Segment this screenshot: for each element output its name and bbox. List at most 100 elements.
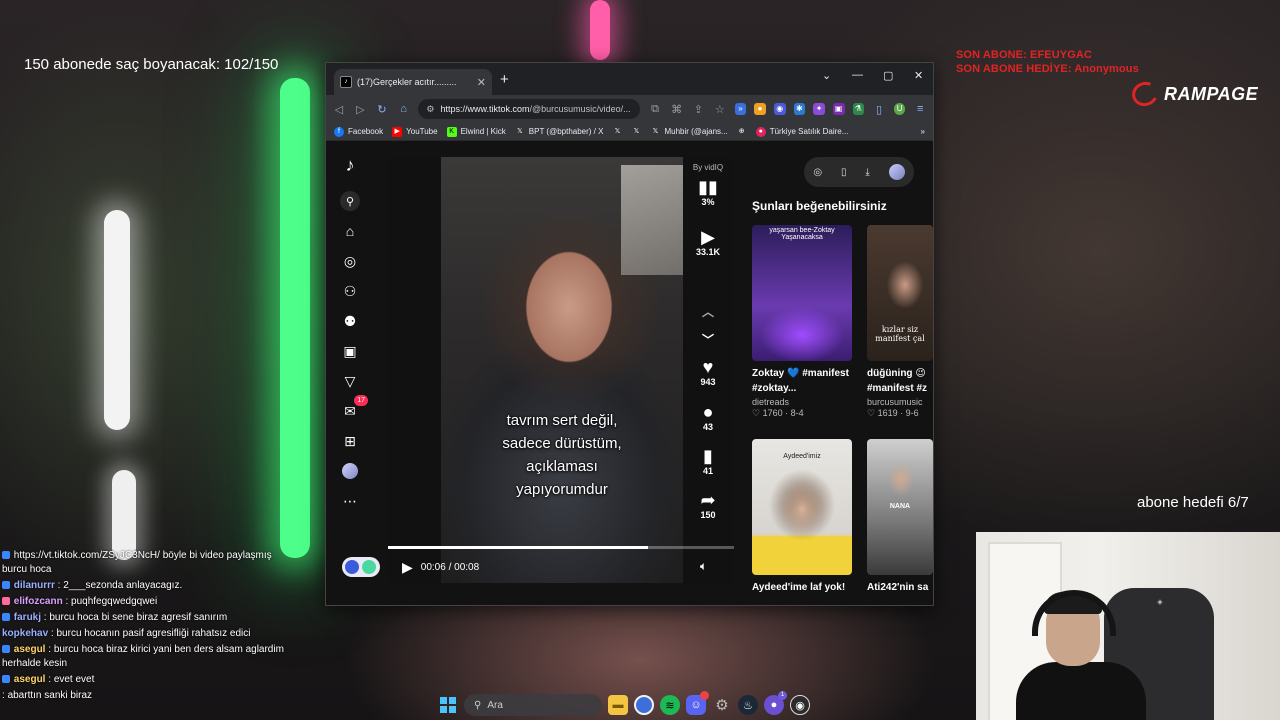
- menu-icon[interactable]: ≡: [913, 103, 927, 115]
- green-neon-light: [280, 78, 310, 558]
- progress-bar[interactable]: [388, 546, 734, 549]
- tab-search-icon[interactable]: ⌄: [822, 69, 831, 82]
- taskbar: ⚲ Ara ▬ ≋ ☺ ⚙ ♨ ● 1 ◉: [438, 690, 852, 720]
- vidiq-score[interactable]: ▮▮ 3%: [686, 177, 730, 207]
- video-thumbnail[interactable]: Aydeed'imiz: [752, 439, 852, 575]
- spotify-icon[interactable]: ≋: [660, 695, 680, 715]
- save-button[interactable]: ▮ 41: [686, 446, 730, 476]
- bookmark-facebook[interactable]: f Facebook: [334, 126, 383, 137]
- bookmark-youtube[interactable]: ▶ YouTube: [392, 126, 438, 137]
- bookmark-muhbir[interactable]: 𝕏 Muhbir (@ajans...: [650, 127, 728, 137]
- video-frame[interactable]: [441, 157, 683, 583]
- extension-toggle[interactable]: [342, 557, 380, 577]
- more-bookmarks-icon[interactable]: »: [921, 127, 925, 136]
- bookmark-daire[interactable]: ● Türkiye Satılık Daire...: [755, 126, 848, 137]
- settings-icon[interactable]: ⚙: [712, 695, 732, 715]
- caption-line: açıklaması: [526, 458, 598, 475]
- tab-title: (17)Gerçekler acıtır.........: [357, 77, 457, 87]
- new-tab-icon[interactable]: +: [500, 71, 509, 88]
- home-icon[interactable]: ⌂: [340, 221, 360, 241]
- obs-icon[interactable]: ◉: [790, 695, 810, 715]
- add-icon[interactable]: ⊞: [340, 431, 360, 451]
- like-button[interactable]: ♥ 943: [686, 357, 730, 387]
- browser-tab[interactable]: ♪ (17)Gerçekler acıtır......... ✕: [334, 69, 492, 95]
- download-icon[interactable]: ⤓: [865, 167, 869, 178]
- share-button[interactable]: ➦ 150: [686, 490, 730, 520]
- profile-avatar[interactable]: [340, 461, 360, 481]
- bookmark-x[interactable]: 𝕏: [612, 127, 622, 137]
- play-icon[interactable]: ▶: [402, 559, 413, 576]
- live-icon[interactable]: ▣: [340, 341, 360, 361]
- more-icon[interactable]: ⋯: [340, 491, 360, 511]
- suggested-video-card[interactable]: Aydeed'imiz Aydeed'ime laf yok!: [752, 439, 852, 595]
- facebook-icon: f: [334, 126, 344, 137]
- sidepanel-icon[interactable]: ▯: [872, 103, 886, 116]
- maximize-icon[interactable]: ▢: [883, 69, 893, 82]
- steam-icon[interactable]: ♨: [738, 695, 758, 715]
- site-info-icon[interactable]: ⚙: [426, 104, 434, 115]
- chrome-icon[interactable]: [634, 695, 654, 715]
- forward-icon[interactable]: ▷: [354, 103, 368, 116]
- extension-icon[interactable]: ◉: [773, 103, 786, 115]
- bookmark-star-icon[interactable]: ☆: [713, 103, 727, 116]
- save-count: 41: [702, 466, 713, 476]
- last-sub-text: SON ABONE: EFEUYGAC: [956, 49, 1092, 61]
- file-explorer-icon[interactable]: ▬: [608, 695, 628, 715]
- extension-icon[interactable]: ⚗: [852, 103, 865, 115]
- brand-text: RAMPAGE: [1164, 83, 1259, 104]
- suggested-video-card[interactable]: yaşarsan bee-Zoktay Yaşanacaksa Zoktay 💙…: [752, 225, 852, 419]
- translate-icon[interactable]: ⌘: [670, 103, 684, 116]
- home-icon[interactable]: ⌂: [397, 103, 411, 115]
- close-window-icon[interactable]: ✕: [914, 69, 923, 82]
- inbox-icon[interactable]: ✉ 17: [340, 395, 368, 421]
- extension-icon[interactable]: ✦: [813, 103, 825, 115]
- search-icon[interactable]: ⚲: [340, 191, 360, 211]
- hawk-logo-icon: ◈: [1157, 599, 1163, 606]
- bookmark-x[interactable]: 𝕏: [631, 127, 641, 137]
- bookmark-bpt[interactable]: 𝕏 BPT (@bpthaber) / X: [515, 127, 604, 137]
- prev-video-icon[interactable]: ︿: [686, 303, 730, 320]
- player-controls: ▶ 00:06 / 00:08: [402, 559, 479, 576]
- suggested-video-card[interactable]: kızlar siz manifest çal düğüning 😉 #mani…: [867, 225, 933, 419]
- friends-icon[interactable]: ⚉: [340, 311, 360, 331]
- tiktok-logo-icon[interactable]: ♪: [340, 155, 360, 175]
- volume-icon[interactable]: 🔈︎: [700, 559, 707, 574]
- minimize-icon[interactable]: —: [852, 69, 863, 81]
- share-icon[interactable]: ⇪: [691, 103, 705, 116]
- extension-icon[interactable]: ✱: [793, 103, 806, 115]
- user-avatar[interactable]: [888, 164, 905, 180]
- reload-icon[interactable]: ↻: [375, 103, 389, 116]
- caption-line: sadece dürüstüm,: [502, 435, 622, 452]
- extension-icon[interactable]: »: [734, 103, 747, 115]
- next-video-icon[interactable]: ﹀: [686, 331, 730, 348]
- profile-avatar-icon[interactable]: U: [893, 103, 906, 115]
- video-player[interactable]: tavrım sert değil, sadece dürüstüm, açık…: [388, 157, 734, 583]
- install-app-icon[interactable]: ⧉: [648, 103, 662, 116]
- card-likes: 1619: [877, 408, 898, 418]
- bookmark-kick[interactable]: K Elwind | Kick: [446, 126, 506, 137]
- subscriber-goal-text: 150 abonede saç boyanacak: 102/150: [24, 56, 279, 73]
- discord-icon[interactable]: ☺: [686, 691, 709, 715]
- windows-start-icon[interactable]: [438, 695, 458, 715]
- app-icon[interactable]: ● 1: [764, 691, 787, 715]
- back-icon[interactable]: ◁: [332, 103, 346, 116]
- chat-text: burcu hoca biraz kirici yani ben ders al…: [2, 644, 284, 669]
- following-icon[interactable]: ⚇: [340, 281, 360, 301]
- close-tab-icon[interactable]: ✕: [477, 76, 486, 89]
- suggested-video-card[interactable]: NANA Ati242'nin sa: [867, 439, 933, 595]
- taskbar-search[interactable]: ⚲ Ara: [464, 694, 602, 716]
- bookmark-globe[interactable]: ⊕: [737, 127, 747, 137]
- inbox-badge: 17: [354, 395, 368, 406]
- comment-button[interactable]: ● 43: [686, 402, 730, 432]
- compass-icon[interactable]: ◎: [813, 167, 822, 178]
- address-bar[interactable]: ⚙ https://www.tiktok.com/@burcusumusic/v…: [418, 99, 641, 119]
- extension-icon[interactable]: ▣: [832, 103, 845, 115]
- explore-icon[interactable]: ◎: [340, 251, 360, 271]
- upload-icon[interactable]: ▽: [340, 371, 360, 391]
- video-thumbnail[interactable]: yaşarsan bee-Zoktay Yaşanacaksa: [752, 225, 852, 361]
- video-thumbnail[interactable]: kızlar siz manifest çal: [867, 225, 933, 361]
- top-actions: ◎ ▯ ⤓: [804, 157, 914, 187]
- device-icon[interactable]: ▯: [841, 167, 847, 178]
- extension-icon[interactable]: ●: [754, 103, 766, 115]
- video-thumbnail[interactable]: NANA: [867, 439, 933, 575]
